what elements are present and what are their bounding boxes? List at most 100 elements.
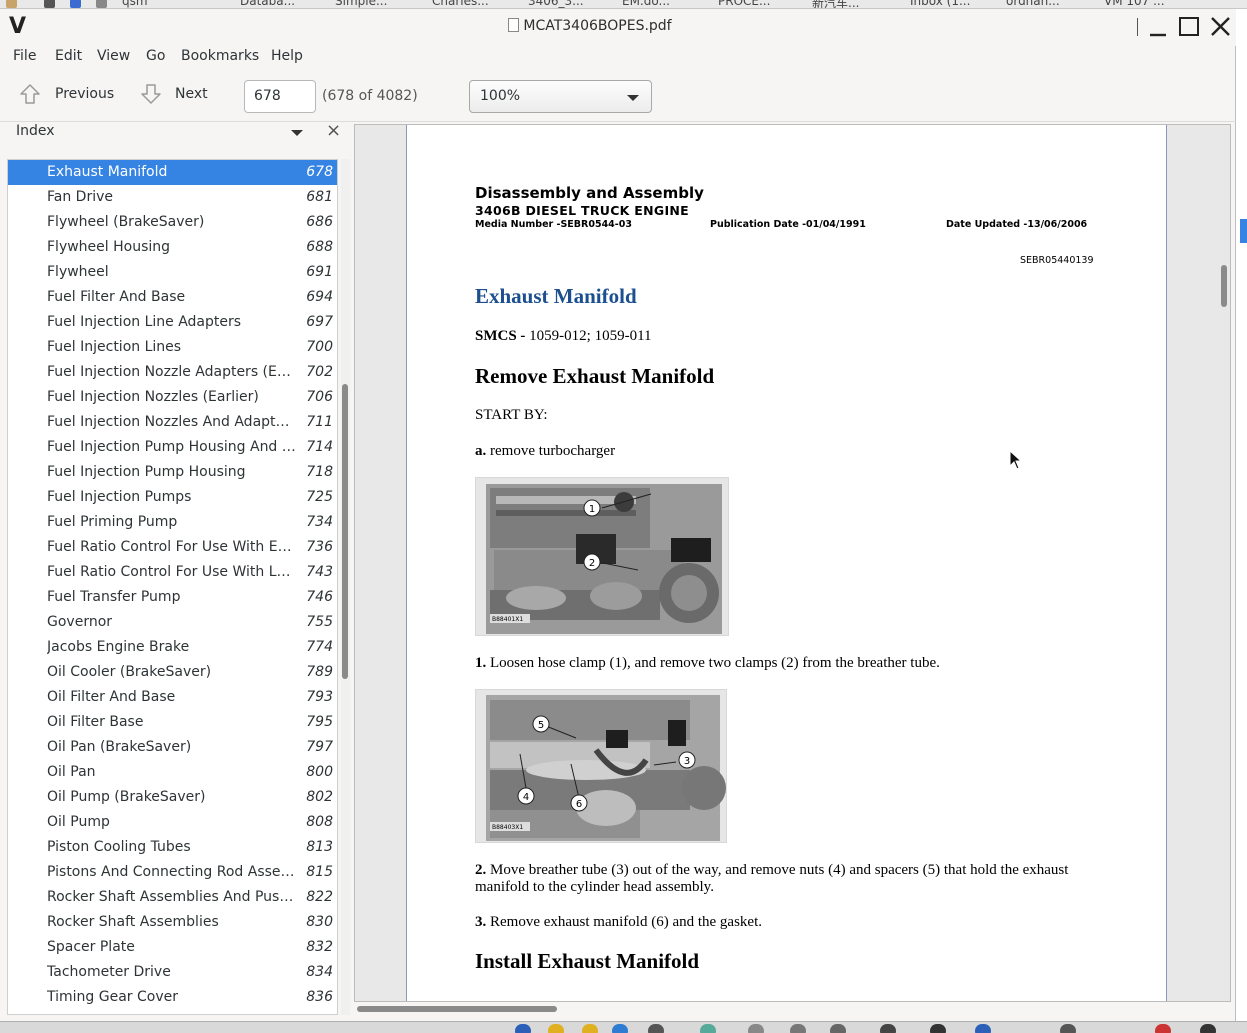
notification-badge[interactable] <box>1155 1024 1171 1033</box>
index-item[interactable]: Spacer Plate 832 <box>8 935 337 960</box>
index-item[interactable]: Piston Cooling Tubes 813 <box>8 835 337 860</box>
desktop-accent <box>1240 219 1247 243</box>
index-item[interactable]: Jacobs Engine Brake 774 <box>8 635 337 660</box>
menu-help[interactable]: Help <box>271 48 303 64</box>
index-item[interactable]: Rocker Shaft Assemblies 830 <box>8 910 337 935</box>
taskbar-app-icon[interactable] <box>700 1024 716 1033</box>
index-item[interactable]: Flywheel 691 <box>8 260 337 285</box>
zoom-select[interactable]: 100% <box>469 80 652 113</box>
taskbar-app-icon[interactable] <box>612 1024 628 1033</box>
previous-button[interactable]: Previous <box>16 72 116 120</box>
taskbar-app-icon[interactable] <box>930 1024 946 1033</box>
index-item[interactable]: Timing Gear Cover 836 <box>8 985 337 1010</box>
index-item[interactable]: Fuel Injection Line Adapters 697 <box>8 310 337 335</box>
document-vertical-scrollbar[interactable] <box>1219 128 1229 998</box>
document-horizontal-scrollbar[interactable] <box>356 1004 1230 1014</box>
index-item[interactable]: Fuel Transfer Pump 746 <box>8 585 337 610</box>
window-icon[interactable] <box>96 0 107 8</box>
menu-view[interactable]: View <box>97 48 130 64</box>
index-item[interactable]: Oil Pan (BrakeSaver) 797 <box>8 735 337 760</box>
index-item[interactable]: Fuel Ratio Control For Use With Ear... 73… <box>8 535 337 560</box>
index-item[interactable]: Fuel Injection Lines 700 <box>8 335 337 360</box>
maximize-icon[interactable] <box>1177 15 1203 41</box>
task-new-car[interactable]: 新汽车... <box>812 0 859 8</box>
index-item-title: Timing Gear Cover <box>47 989 178 1005</box>
app-icon[interactable] <box>6 0 17 8</box>
taskbar-app-icon[interactable] <box>748 1024 764 1033</box>
index-item-page: 702 <box>306 364 333 380</box>
index-item-title: Exhaust Manifold <box>47 164 168 180</box>
index-item[interactable]: Fuel Injection Nozzles And Adapters... 71… <box>8 410 337 435</box>
index-item[interactable]: Fuel Injection Pumps 725 <box>8 485 337 510</box>
sidebar-dropdown-icon[interactable] <box>291 130 303 136</box>
index-item[interactable]: Fuel Filter And Base 694 <box>8 285 337 310</box>
taskbar-app-icon[interactable] <box>830 1024 846 1033</box>
index-item[interactable]: Oil Pump (BrakeSaver) 802 <box>8 785 337 810</box>
index-item[interactable]: Rocker Shaft Assemblies And Push ... 822 <box>8 885 337 910</box>
index-item[interactable]: Governor 755 <box>8 610 337 635</box>
task-qsm[interactable]: qsm <box>122 0 148 8</box>
taskbar-app-icon[interactable] <box>1060 1024 1076 1033</box>
document-hscroll-thumb[interactable] <box>357 1006 557 1012</box>
index-item[interactable]: Fan Drive 681 <box>8 185 337 210</box>
index-item[interactable]: Fuel Injection Nozzle Adapters (Earl... 7… <box>8 360 337 385</box>
taskbar-app-icon[interactable] <box>648 1024 664 1033</box>
smcs-value: 1059-012; 1059-011 <box>525 328 652 344</box>
index-item-page: 822 <box>306 889 333 905</box>
index-item[interactable]: Tachometer Drive 834 <box>8 960 337 985</box>
document-vscroll-thumb[interactable] <box>1221 265 1227 307</box>
task-3406[interactable]: 3406_3... <box>528 0 584 8</box>
index-item-page: 795 <box>306 714 333 730</box>
next-label: Next <box>175 86 208 102</box>
menu-go[interactable]: Go <box>146 48 165 64</box>
menu-file[interactable]: File <box>13 48 36 64</box>
sidebar-scroll-thumb[interactable] <box>342 384 348 679</box>
index-item[interactable]: Fuel Injection Pump Housing 718 <box>8 460 337 485</box>
minimize-icon[interactable] <box>1146 15 1172 41</box>
index-item[interactable]: Exhaust Manifold 678 <box>8 160 337 185</box>
index-item[interactable]: Fuel Injection Nozzles (Earlier) 706 <box>8 385 337 410</box>
task-charles[interactable]: Charles... <box>432 0 489 8</box>
index-item[interactable]: Fuel Priming Pump 734 <box>8 510 337 535</box>
index-item[interactable]: Flywheel Housing 688 <box>8 235 337 260</box>
calendar-icon[interactable] <box>70 0 81 8</box>
menu-edit[interactable]: Edit <box>55 48 82 64</box>
photo2-caption: B88403X1 <box>492 824 523 831</box>
desktop-background <box>1236 9 1247 1021</box>
taskbar-app-icon[interactable] <box>790 1024 806 1033</box>
index-item[interactable]: Oil Pan 800 <box>8 760 337 785</box>
index-item[interactable]: Fuel Ratio Control For Use With Lat... 74… <box>8 560 337 585</box>
taskbar-app-icon[interactable] <box>548 1024 564 1033</box>
index-item[interactable]: Flywheel (BrakeSaver) 686 <box>8 210 337 235</box>
index-item[interactable]: Fuel Injection Pump Housing And G... 714 <box>8 435 337 460</box>
page-number-input[interactable]: 678 <box>244 80 316 113</box>
task-simple[interactable]: Simple... <box>335 0 387 8</box>
task-em-doc[interactable]: EM.do... <box>622 0 670 8</box>
task-database[interactable]: Databa... <box>240 0 295 8</box>
shield-icon[interactable] <box>44 0 55 8</box>
title-bar[interactable]: V MCAT3406BOPES.pdf <box>0 9 1236 46</box>
task-vm[interactable]: VM 107 ... <box>1104 0 1165 8</box>
task-ordnan[interactable]: ordnan... <box>1006 0 1060 8</box>
next-button[interactable]: Next <box>138 72 218 120</box>
index-item[interactable]: Pistons And Connecting Rod Assem... 815 <box>8 860 337 885</box>
callout-5: 5 <box>538 720 544 731</box>
index-item[interactable]: Oil Filter Base 795 <box>8 710 337 735</box>
taskbar-app-icon[interactable] <box>582 1024 598 1033</box>
index-item-page: 836 <box>306 989 333 1005</box>
engine-photo-1: 1 2 B88401X1 <box>475 477 729 636</box>
index-item[interactable]: Oil Pump 808 <box>8 810 337 835</box>
index-item[interactable]: Oil Filter And Base 793 <box>8 685 337 710</box>
task-proce[interactable]: PROCE... <box>718 0 770 8</box>
index-list[interactable]: Exhaust Manifold 678 Fan Drive 681 Flywheel … <box>7 159 338 1015</box>
taskbar-app-icon[interactable] <box>975 1024 991 1033</box>
sidebar-scrollbar[interactable] <box>341 159 350 1015</box>
sidebar-close-icon[interactable]: × <box>326 120 341 141</box>
taskbar-app-icon[interactable] <box>880 1024 896 1033</box>
close-icon[interactable] <box>1208 15 1234 41</box>
taskbar-app-icon[interactable] <box>515 1024 531 1033</box>
task-inbox[interactable]: Inbox (1... <box>910 0 970 8</box>
taskbar-app-icon[interactable] <box>1200 1024 1216 1033</box>
menu-bookmarks[interactable]: Bookmarks <box>181 48 259 64</box>
index-item[interactable]: Oil Cooler (BrakeSaver) 789 <box>8 660 337 685</box>
